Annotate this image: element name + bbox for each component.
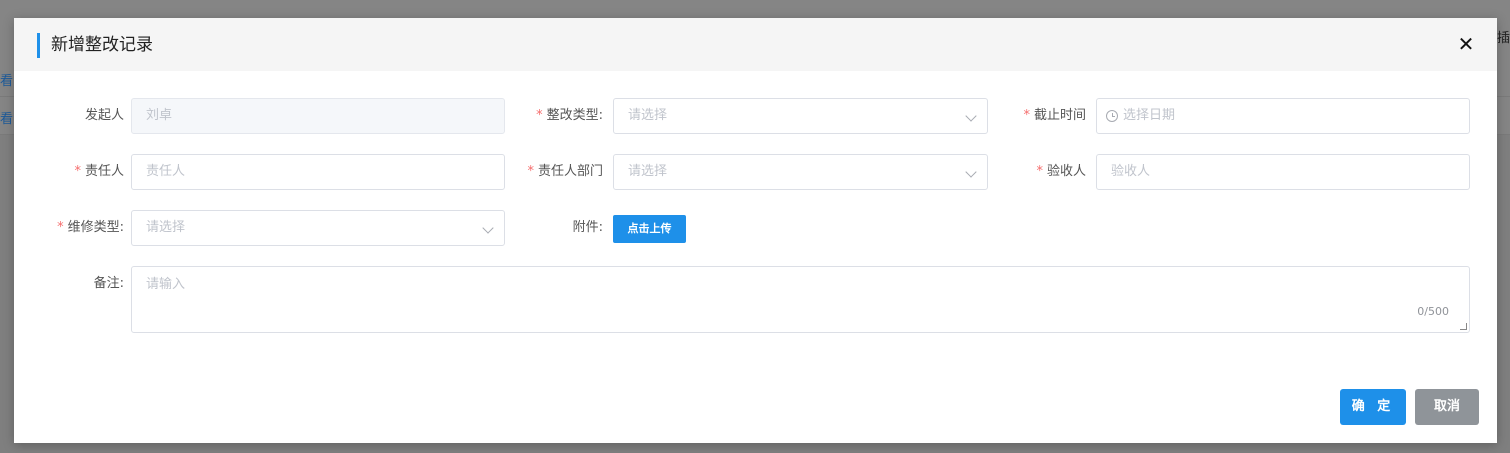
row-view-link[interactable]: 看 — [0, 108, 13, 127]
row-view-link[interactable]: 看 — [0, 70, 13, 89]
remark-label: 备注: — [93, 276, 124, 291]
responsible-person-placeholder: 责任人 — [146, 164, 186, 179]
rectify-type-select[interactable]: 请选择 — [613, 98, 988, 134]
dialog-header: 新增整改记录 ✕ — [14, 18, 1497, 71]
add-rectification-dialog: 新增整改记录 ✕ 发起人 刘卓 * 整改类型: 请选择 * 截止时间 选择日期 * 责… — [14, 18, 1497, 443]
required-star: * — [1036, 164, 1043, 179]
column-header-fragment: 插 — [1496, 31, 1510, 46]
chevron-down-icon — [965, 110, 977, 122]
responsible-person-input[interactable]: 责任人 — [131, 154, 505, 190]
attachment-label: 附件: — [572, 220, 603, 235]
responsible-dept-placeholder: 请选择 — [628, 164, 668, 179]
resize-handle-icon[interactable] — [1460, 323, 1467, 330]
rectify-type-label: * 整改类型: — [536, 108, 603, 123]
required-star: * — [527, 164, 534, 179]
acceptor-input[interactable]: 验收人 — [1096, 154, 1470, 190]
required-star: * — [74, 164, 81, 179]
character-counter: 0/500 — [1417, 305, 1449, 318]
remark-textarea[interactable]: 请输入 0/500 — [131, 266, 1470, 333]
remark-placeholder: 请输入 — [146, 277, 186, 292]
repair-type-placeholder: 请选择 — [146, 220, 186, 235]
dialog-title: 新增整改记录 — [51, 35, 153, 55]
initiator-label: 发起人 — [84, 108, 124, 123]
required-star: * — [57, 220, 64, 235]
rectify-type-placeholder: 请选择 — [628, 108, 668, 123]
acceptor-placeholder: 验收人 — [1111, 164, 1151, 179]
deadline-placeholder: 选择日期 — [1123, 108, 1176, 123]
initiator-field: 刘卓 — [131, 98, 505, 134]
chevron-down-icon — [965, 166, 977, 178]
acceptor-label: * 验收人 — [1036, 164, 1086, 179]
responsible-dept-select[interactable]: 请选择 — [613, 154, 988, 190]
close-icon[interactable]: ✕ — [1455, 33, 1477, 55]
upload-button[interactable]: 点击上传 — [613, 215, 686, 243]
repair-type-label: * 维修类型: — [57, 220, 124, 235]
initiator-value: 刘卓 — [146, 108, 173, 123]
required-star: * — [1023, 108, 1030, 123]
title-accent-bar — [37, 33, 40, 58]
required-star: * — [536, 108, 543, 123]
responsible-person-label: * 责任人 — [74, 164, 124, 179]
clock-icon — [1106, 110, 1118, 122]
cancel-button[interactable]: 取消 — [1415, 389, 1479, 425]
chevron-down-icon — [482, 222, 494, 234]
confirm-button[interactable]: 确 定 — [1340, 389, 1406, 425]
deadline-label: * 截止时间 — [1023, 108, 1086, 123]
repair-type-select[interactable]: 请选择 — [131, 210, 505, 246]
deadline-date-picker[interactable]: 选择日期 — [1096, 98, 1470, 134]
responsible-dept-label: * 责任人部门 — [527, 164, 603, 179]
